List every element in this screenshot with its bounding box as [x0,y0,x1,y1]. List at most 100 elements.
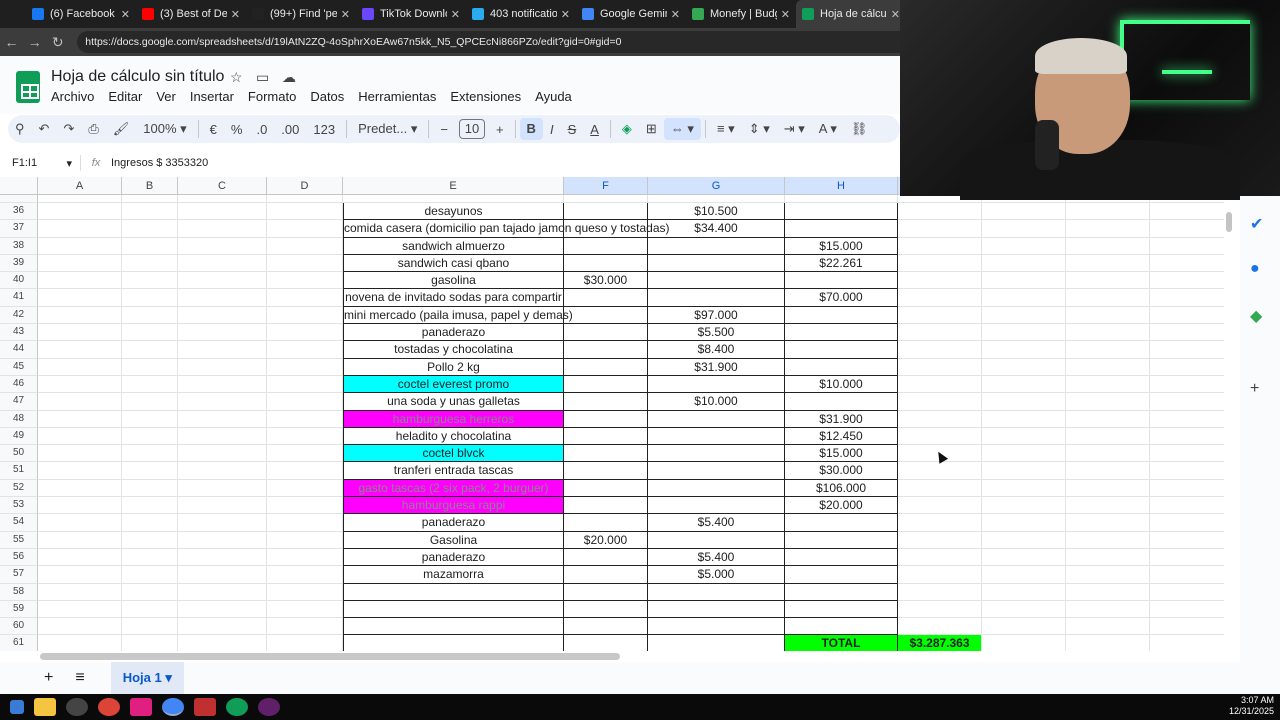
cell[interactable] [38,306,122,325]
cell[interactable] [267,548,343,567]
cell[interactable]: $5.400 [648,548,785,567]
cell[interactable]: panaderazo [343,514,564,532]
cell[interactable] [982,375,1066,394]
cell[interactable] [122,410,178,428]
cell[interactable] [178,445,267,463]
cell[interactable] [898,479,982,498]
cell[interactable] [898,462,982,480]
menu-item[interactable]: Ver [156,89,176,104]
cell[interactable] [1066,341,1150,359]
cell[interactable] [1066,306,1150,325]
cell[interactable] [785,531,898,549]
cell[interactable]: coctel blvck [343,445,564,463]
cell[interactable] [178,220,267,238]
cell[interactable] [982,289,1066,307]
font-size-decrease-button[interactable]: − [433,122,455,137]
cell[interactable] [38,479,122,498]
cell[interactable] [1066,427,1150,446]
chrome-icon[interactable] [98,698,120,716]
cloud-status-icon[interactable]: ☁ [282,69,296,86]
cell[interactable] [178,289,267,307]
cell[interactable] [564,600,648,619]
cell[interactable] [1066,410,1150,428]
cell[interactable] [564,324,648,342]
cell[interactable] [1150,497,1224,515]
cell[interactable] [982,237,1066,255]
browser-tab[interactable]: (99+) Find 'petro ✕ [246,0,356,28]
insert-link-icon[interactable]: ⛓ [844,121,875,137]
cell[interactable] [38,254,122,273]
cell[interactable]: $10.000 [648,393,785,411]
cell[interactable] [267,393,343,411]
cell[interactable] [564,445,648,463]
cell[interactable] [785,306,898,325]
cell[interactable]: $22.261 [785,254,898,273]
close-tab-icon[interactable]: ✕ [671,8,680,21]
cell[interactable] [564,341,648,359]
forward-icon[interactable]: → [23,34,46,50]
cell[interactable] [564,289,648,307]
cell[interactable] [122,462,178,480]
cell[interactable] [1150,601,1224,619]
cell[interactable] [982,618,1066,636]
cell[interactable] [564,618,648,636]
cell[interactable] [122,306,178,325]
cell[interactable] [648,479,785,498]
cell[interactable] [1150,324,1224,342]
font-size-input[interactable]: 10 [458,119,485,139]
cell[interactable] [982,393,1066,411]
browser-tab[interactable]: Monefy | Budget ✕ [686,0,796,28]
cell[interactable] [122,341,178,359]
all-sheets-icon[interactable]: ≡ [75,669,84,687]
cell[interactable] [267,306,343,325]
text-wrap-icon[interactable]: ⇥ ▾ [777,121,812,137]
browser-tab[interactable]: (6) Facebook ✕ [26,0,136,28]
cell[interactable] [267,203,343,221]
cell[interactable]: $20.000 [785,497,898,515]
cell[interactable] [38,531,122,549]
cell[interactable] [1066,220,1150,238]
column-header[interactable]: H [785,177,898,194]
cell[interactable] [1066,272,1150,290]
cell[interactable]: $106.000 [785,479,898,498]
cell[interactable] [38,427,122,446]
cell[interactable]: Gasolina [343,531,564,549]
cell[interactable] [1066,635,1150,651]
cell[interactable] [122,203,178,221]
column-header[interactable]: E [343,177,564,194]
cell[interactable] [898,531,982,549]
cell[interactable]: $30.000 [785,462,898,480]
cell[interactable] [785,548,898,567]
cell[interactable] [982,548,1066,567]
cell[interactable] [267,341,343,359]
menu-item[interactable]: Herramientas [358,89,436,104]
cell[interactable] [343,583,564,601]
cell[interactable] [178,358,267,376]
cell[interactable] [785,583,898,601]
cell[interactable] [648,375,785,394]
app-f-icon[interactable] [194,698,216,716]
cell[interactable] [648,531,785,549]
cell[interactable] [982,445,1066,463]
cell[interactable] [122,583,178,601]
cell[interactable] [564,358,648,376]
menu-item[interactable]: Ayuda [535,89,572,104]
percent-format-button[interactable]: % [224,122,250,137]
currency-format-button[interactable]: € [203,122,224,137]
cell[interactable] [982,220,1066,238]
cell[interactable]: $5.400 [648,514,785,532]
redo-icon[interactable]: ↷ [56,121,81,137]
cell[interactable] [564,427,648,446]
cell[interactable] [38,514,122,532]
cell[interactable] [898,272,982,290]
cell[interactable] [178,618,267,636]
cell[interactable] [982,514,1066,532]
cell[interactable] [178,548,267,567]
cell[interactable] [785,600,898,619]
borders-icon[interactable]: ⊞ [639,121,664,137]
cell[interactable] [38,393,122,411]
cell[interactable]: $30.000 [564,272,648,290]
cell[interactable] [982,479,1066,498]
cell[interactable] [122,600,178,619]
menu-item[interactable]: Archivo [51,89,94,104]
